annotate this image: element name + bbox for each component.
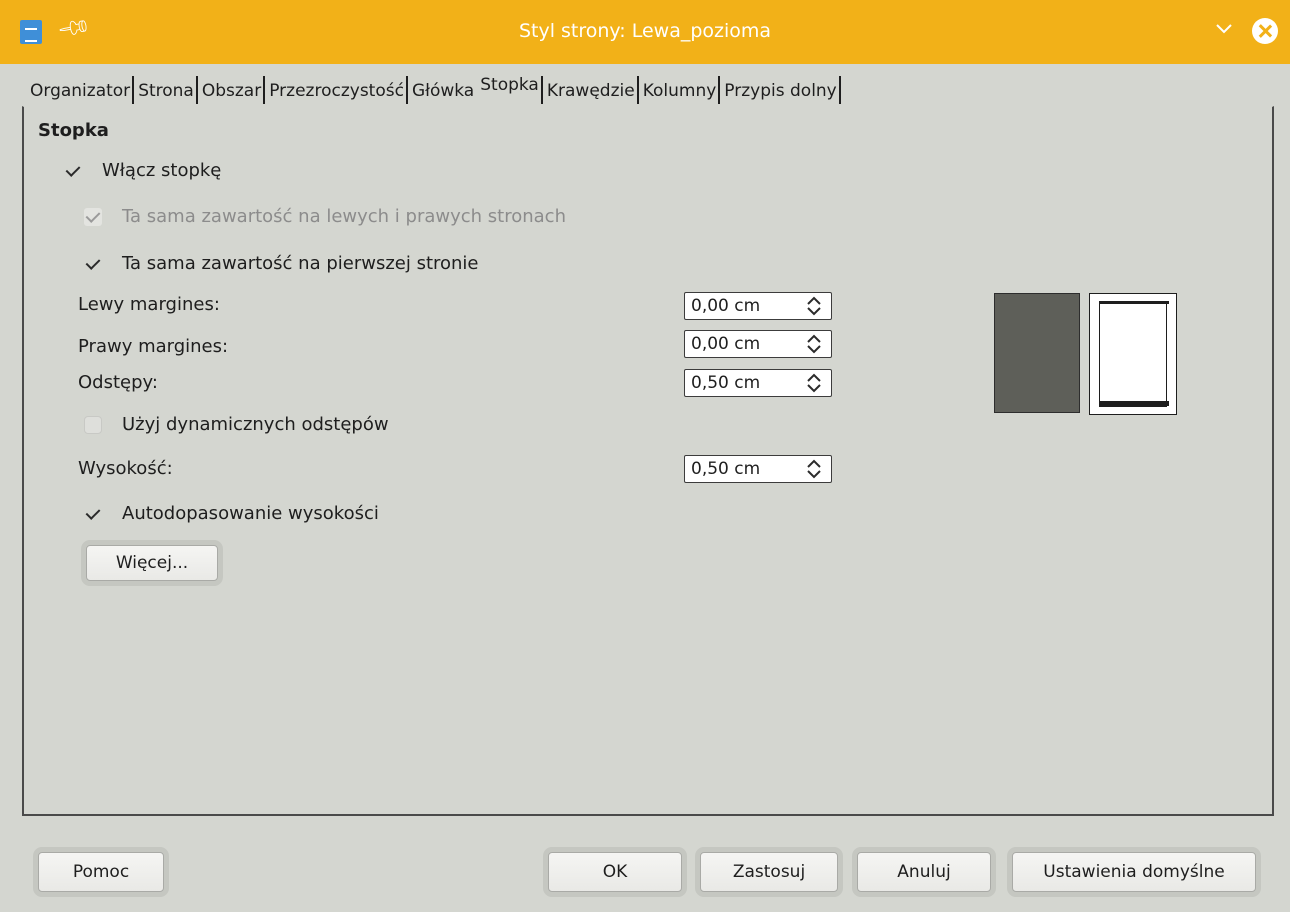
right-margin-label: Prawy margines: [78, 336, 229, 357]
right-margin-spinbox[interactable]: 0,00 cm [684, 330, 832, 358]
same-left-right-label: Ta sama zawartość na lewych i prawych st… [122, 206, 566, 227]
tab-strona[interactable]: Strona [134, 76, 198, 104]
spacing-value[interactable]: 0,50 cm [685, 373, 803, 393]
enable-footer-label: Włącz stopkę [102, 160, 222, 181]
window-title: Styl strony: Lewa_pozioma [518, 20, 772, 42]
tab-krawedzie[interactable]: Krawędzie [540, 76, 639, 104]
page-preview-left [994, 293, 1080, 413]
autofit-height-checkbox[interactable]: Autodopasowanie wysokości [84, 503, 379, 524]
same-left-right-checkbox: Ta sama zawartość na lewych i prawych st… [84, 206, 566, 227]
chevron-down-icon[interactable] [1214, 18, 1234, 38]
checkbox-checked-icon[interactable] [64, 162, 82, 180]
tab-stopka[interactable]: Stopka [476, 74, 541, 102]
tab-bar: Organizator Strona Obszar Przezroczystoś… [26, 74, 841, 106]
autofit-height-label: Autodopasowanie wysokości [122, 503, 379, 524]
page-preview-footer [1099, 401, 1169, 406]
tab-glowka[interactable]: Główka [408, 76, 476, 104]
same-first-page-checkbox[interactable]: Ta sama zawartość na pierwszej stronie [84, 253, 479, 274]
checkbox-checked-icon[interactable] [84, 505, 102, 523]
close-icon[interactable] [1252, 18, 1278, 44]
apply-button[interactable]: Zastosuj [700, 852, 838, 892]
spin-arrows-icon[interactable] [803, 294, 825, 318]
enable-footer-checkbox[interactable]: Włącz stopkę [64, 160, 221, 181]
spin-arrows-icon[interactable] [803, 332, 825, 356]
section-title: Stopka [38, 120, 109, 141]
checkbox-unchecked-icon[interactable] [84, 415, 102, 434]
help-button[interactable]: Pomoc [38, 852, 164, 892]
checkbox-checked-icon[interactable] [84, 255, 102, 273]
left-margin-label: Lewy margines: [78, 294, 220, 315]
checkbox-checked-disabled-icon [84, 207, 102, 226]
ok-button[interactable]: OK [548, 852, 682, 892]
right-margin-value[interactable]: 0,00 cm [685, 334, 803, 354]
cancel-button[interactable]: Anuluj [857, 852, 991, 892]
page-preview-header [1099, 301, 1169, 304]
page-preview-right [1089, 293, 1177, 415]
height-label: Wysokość: [78, 458, 173, 479]
left-margin-spinbox[interactable]: 0,00 cm [684, 292, 832, 320]
spin-arrows-icon[interactable] [803, 371, 825, 395]
spacing-label: Odstępy: [78, 372, 158, 393]
tab-przezroczystosc[interactable]: Przezroczystość [265, 76, 408, 104]
title-bar: 📌︎ Styl strony: Lewa_pozioma [0, 0, 1290, 64]
tab-organizator[interactable]: Organizator [26, 76, 135, 104]
tab-przypis-dolny[interactable]: Przypis dolny [720, 76, 841, 104]
tab-kolumny[interactable]: Kolumny [639, 76, 721, 104]
same-first-page-label: Ta sama zawartość na pierwszej stronie [122, 253, 479, 274]
page-preview-body [1099, 301, 1167, 407]
tab-obszar[interactable]: Obszar [198, 76, 266, 104]
spacing-spinbox[interactable]: 0,50 cm [684, 369, 832, 397]
height-spinbox[interactable]: 0,50 cm [684, 455, 832, 483]
left-margin-value[interactable]: 0,00 cm [685, 296, 803, 316]
height-value[interactable]: 0,50 cm [685, 459, 803, 479]
dynamic-spacing-label: Użyj dynamicznych odstępów [122, 414, 389, 435]
reset-defaults-button[interactable]: Ustawienia domyślne [1012, 852, 1256, 892]
dynamic-spacing-checkbox[interactable]: Użyj dynamicznych odstępów [84, 414, 389, 435]
spin-arrows-icon[interactable] [803, 457, 825, 481]
more-button[interactable]: Więcej... [86, 545, 218, 581]
